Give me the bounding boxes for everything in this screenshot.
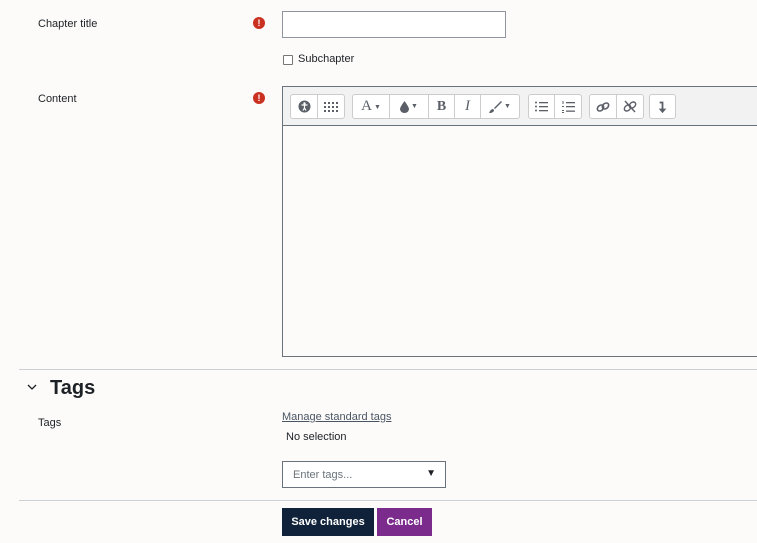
editor-content-area[interactable] (283, 126, 757, 356)
chevron-down-icon (27, 384, 37, 390)
bold-button[interactable]: B (429, 95, 455, 118)
italic-button[interactable]: I (455, 95, 481, 118)
toolbar-group-more (649, 94, 676, 119)
font-style-icon: A (361, 98, 372, 114)
chapter-title-label: Chapter title (38, 18, 98, 30)
dropdown-arrow-icon[interactable]: ▼ (426, 468, 436, 479)
bold-icon: B (436, 98, 447, 114)
toolbar-group-lists (528, 94, 582, 119)
cancel-button[interactable]: Cancel (377, 508, 432, 536)
subchapter-checkbox[interactable] (283, 55, 293, 65)
accessibility-checker-button[interactable] (291, 95, 318, 118)
font-style-button[interactable]: A ▼ (353, 95, 390, 118)
screenreader-helper-icon (324, 101, 338, 112)
tags-input-placeholder: Enter tags... (293, 469, 353, 481)
ordered-list-icon (561, 100, 575, 113)
font-color-button[interactable]: ▼ (390, 95, 429, 118)
accessibility-checker-icon (298, 100, 310, 113)
editor-toolbar: A ▼ ▼ B I ▼ (283, 87, 757, 126)
required-icon: ! (253, 92, 265, 104)
tags-collapse-toggle[interactable] (26, 381, 40, 395)
unlink-button[interactable] (617, 95, 643, 118)
ordered-list-button[interactable] (555, 95, 581, 118)
content-label: Content (38, 93, 77, 105)
unordered-list-icon (535, 101, 548, 112)
manage-standard-tags-link[interactable]: Manage standard tags (282, 411, 391, 423)
italic-icon: I (465, 98, 470, 114)
caret-down-icon: ▼ (504, 103, 511, 110)
more-tools-icon (658, 101, 666, 113)
chapter-title-input[interactable] (282, 11, 506, 38)
content-editor[interactable]: A ▼ ▼ B I ▼ (282, 86, 757, 357)
link-button[interactable] (590, 95, 617, 118)
toolbar-group-links (589, 94, 644, 119)
tags-section-heading[interactable]: Tags (50, 377, 95, 400)
tags-label: Tags (38, 417, 62, 429)
paint-brush-button[interactable]: ▼ (481, 95, 519, 118)
required-icon: ! (253, 17, 265, 29)
unordered-list-button[interactable] (529, 95, 555, 118)
screenreader-helper-button[interactable] (318, 95, 344, 118)
save-changes-button[interactable]: Save changes (282, 508, 374, 536)
section-divider (19, 369, 757, 370)
paint-brush-icon (489, 100, 503, 113)
tags-selection-status: No selection (286, 431, 347, 443)
link-icon (596, 101, 610, 112)
subchapter-label[interactable]: Subchapter (298, 53, 354, 65)
caret-down-icon: ▼ (373, 102, 381, 111)
tags-input[interactable]: Enter tags... ▼ (282, 461, 446, 488)
unlink-icon (623, 100, 637, 113)
toolbar-group-style: A ▼ ▼ B I ▼ (352, 94, 520, 119)
toolbar-group-accessibility (290, 94, 345, 119)
actions-divider (19, 500, 757, 501)
caret-down-icon: ▼ (411, 103, 418, 110)
more-tools-button[interactable] (650, 95, 675, 118)
font-color-icon (400, 100, 410, 113)
